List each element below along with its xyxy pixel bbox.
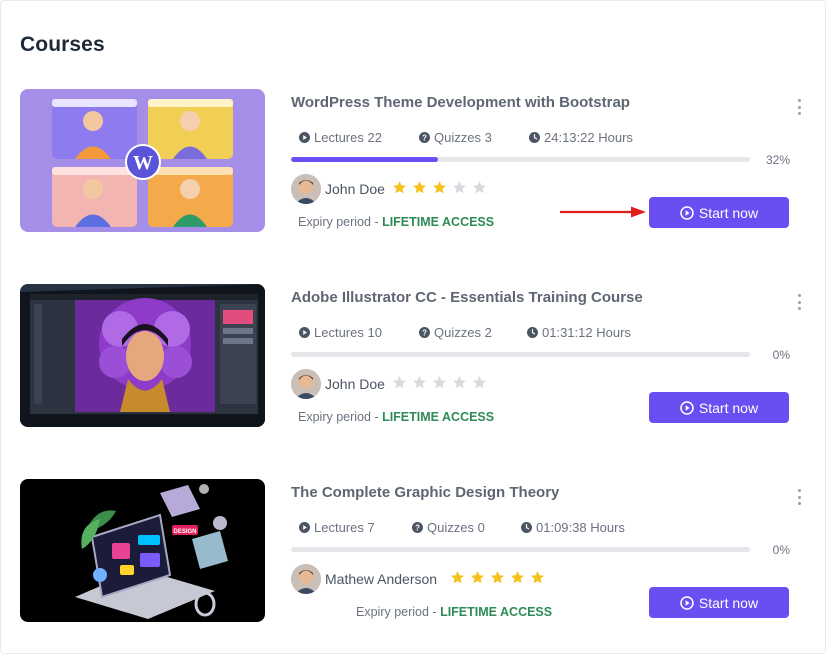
graphic-design-3d-image: DESIGN (20, 479, 265, 622)
start-now-button[interactable]: Start now (649, 197, 789, 228)
play-circle-icon (680, 205, 694, 220)
rating-stars (392, 180, 487, 195)
quizzes-count: ? Quizzes 3 (419, 130, 492, 145)
progress-bar (291, 352, 750, 357)
start-now-button[interactable]: Start now (649, 587, 789, 618)
svg-text:?: ? (415, 523, 420, 532)
lectures-count: Lectures 10 (299, 325, 382, 340)
star-icon (491, 571, 504, 584)
star-icon (433, 376, 446, 389)
progress-percent: 32% (765, 153, 790, 167)
play-circle-icon (680, 595, 694, 610)
quizzes-label: Quizzes 3 (434, 130, 492, 145)
star-icon (413, 181, 426, 194)
lectures-label: Lectures 10 (314, 325, 382, 340)
avatar[interactable] (291, 369, 321, 399)
video-call-illustration: W (20, 89, 265, 232)
kebab-menu-icon[interactable] (793, 99, 805, 115)
lectures-label: Lectures 22 (314, 130, 382, 145)
clock-icon (527, 327, 538, 338)
course-thumbnail[interactable] (20, 284, 265, 427)
expiry-period: Expiry period - LIFETIME ACCESS (356, 605, 552, 619)
svg-text:W: W (133, 152, 153, 174)
course-card: W WordPress Theme Development with Boots… (1, 89, 826, 234)
course-card: Adobe Illustrator CC - Essentials Traini… (1, 284, 826, 429)
course-card: DESIGN The Complete Graphic Design Theor… (1, 479, 826, 624)
question-circle-icon: ? (419, 132, 430, 143)
lectures-count: Lectures 7 (299, 520, 375, 535)
progress-bar (291, 547, 750, 552)
page-title: Courses (20, 33, 105, 56)
kebab-menu-icon[interactable] (793, 294, 805, 310)
course-duration: 01:09:38 Hours (521, 520, 625, 535)
svg-text:?: ? (422, 328, 427, 337)
progress-bar (291, 157, 750, 162)
clock-icon (529, 132, 540, 143)
star-icon (473, 376, 486, 389)
quizzes-label: Quizzes 2 (434, 325, 492, 340)
course-duration: 01:31:12 Hours (527, 325, 631, 340)
star-icon (451, 571, 464, 584)
start-now-button[interactable]: Start now (649, 392, 789, 423)
rating-stars (450, 570, 545, 585)
kebab-menu-icon[interactable] (793, 489, 805, 505)
quizzes-count: ? Quizzes 2 (419, 325, 492, 340)
start-now-label: Start now (698, 204, 759, 221)
avatar[interactable] (291, 564, 321, 594)
hours-label: 01:09:38 Hours (536, 520, 625, 535)
expiry-label: Expiry period - (298, 410, 383, 424)
play-circle-icon (299, 132, 310, 143)
clock-icon (521, 522, 532, 533)
star-icon (471, 571, 484, 584)
course-title[interactable]: WordPress Theme Development with Bootstr… (291, 94, 630, 111)
svg-text:?: ? (422, 133, 427, 142)
star-icon (473, 181, 486, 194)
play-circle-icon (299, 327, 310, 338)
start-now-label: Start now (698, 594, 759, 611)
author-name[interactable]: John Doe (325, 376, 385, 392)
expiry-period: Expiry period - LIFETIME ACCESS (298, 215, 494, 229)
star-icon (531, 571, 544, 584)
expiry-value: LIFETIME ACCESS (382, 215, 495, 229)
svg-text:DESIGN: DESIGN (173, 529, 196, 535)
rating-stars (392, 375, 487, 390)
star-icon (433, 181, 446, 194)
expiry-label: Expiry period - (298, 215, 383, 229)
expiry-value: LIFETIME ACCESS (382, 410, 495, 424)
hours-label: 24:13:22 Hours (544, 130, 633, 145)
play-circle-icon (680, 400, 694, 415)
star-icon (453, 376, 466, 389)
expiry-label: Expiry period - (356, 605, 441, 619)
star-icon (453, 181, 466, 194)
author-name[interactable]: John Doe (325, 181, 385, 197)
play-circle-icon (299, 522, 310, 533)
question-circle-icon: ? (412, 522, 423, 533)
expiry-period: Expiry period - LIFETIME ACCESS (298, 410, 494, 424)
start-now-label: Start now (698, 399, 759, 416)
progress-percent: 0% (772, 543, 790, 557)
star-icon (511, 571, 524, 584)
expiry-value: LIFETIME ACCESS (440, 605, 553, 619)
course-title[interactable]: Adobe Illustrator CC - Essentials Traini… (291, 289, 643, 306)
author-name[interactable]: Mathew Anderson (325, 571, 437, 587)
course-title[interactable]: The Complete Graphic Design Theory (291, 484, 559, 501)
star-icon (393, 181, 406, 194)
hours-label: 01:31:12 Hours (542, 325, 631, 340)
course-thumbnail[interactable]: DESIGN (20, 479, 265, 622)
quizzes-label: Quizzes 0 (427, 520, 485, 535)
avatar[interactable] (291, 174, 321, 204)
illustrator-laptop-image (20, 284, 265, 427)
star-icon (393, 376, 406, 389)
quizzes-count: ? Quizzes 0 (412, 520, 485, 535)
course-thumbnail[interactable]: W (20, 89, 265, 232)
progress-percent: 0% (772, 348, 790, 362)
progress-fill (291, 157, 438, 162)
courses-panel: Courses W WordPress Theme Development wi… (0, 0, 826, 654)
lectures-label: Lectures 7 (314, 520, 375, 535)
annotation-arrow-icon (560, 206, 646, 218)
star-icon (413, 376, 426, 389)
question-circle-icon: ? (419, 327, 430, 338)
course-duration: 24:13:22 Hours (529, 130, 633, 145)
lectures-count: Lectures 22 (299, 130, 382, 145)
